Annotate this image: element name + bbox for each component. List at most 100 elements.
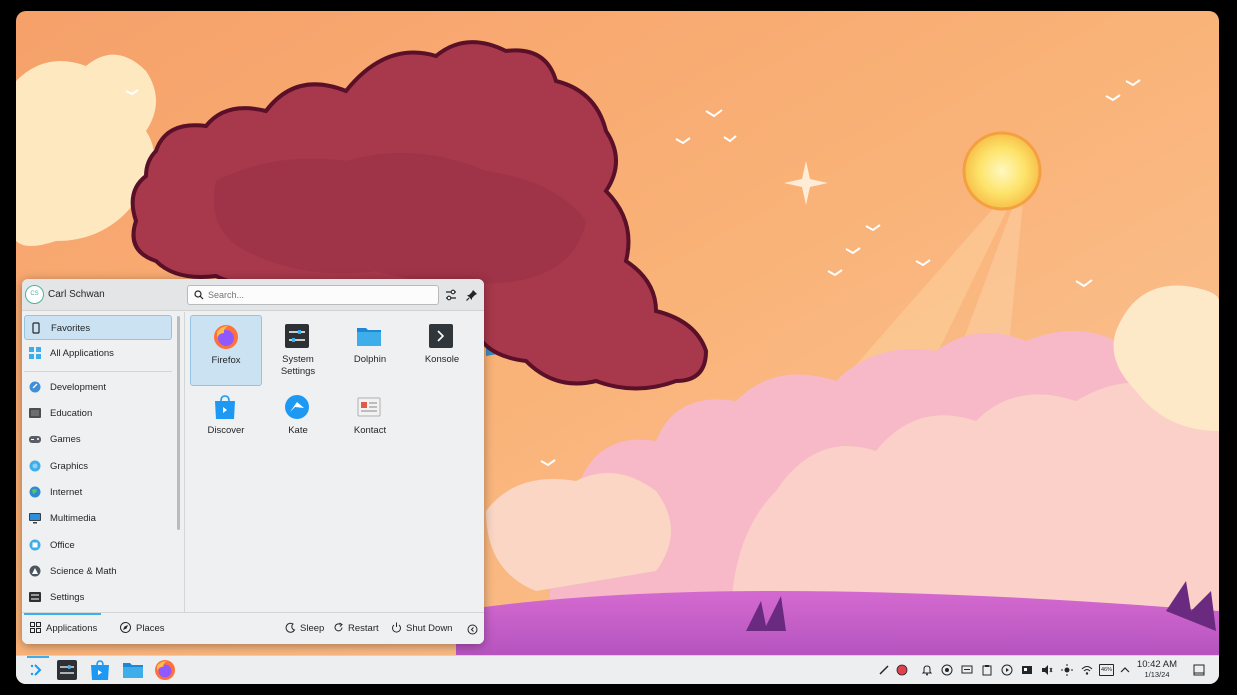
- app-label: Konsole: [424, 354, 460, 365]
- button-label: Sleep: [300, 623, 325, 634]
- category-favorites[interactable]: Favorites: [24, 315, 172, 340]
- education-icon: [29, 408, 41, 418]
- system-settings-icon: [57, 660, 77, 680]
- graphics-icon: [29, 460, 41, 472]
- vault-icon[interactable]: [941, 664, 953, 676]
- app-label: Kontact: [353, 425, 387, 436]
- tab-places[interactable]: Places: [120, 622, 165, 638]
- category-label: Education: [50, 408, 93, 419]
- category-label: Development: [50, 382, 106, 393]
- category-sidebar: Favorites All Applications Development E…: [22, 312, 180, 612]
- record-icon[interactable]: [896, 664, 908, 676]
- show-desktop-icon[interactable]: [1193, 664, 1205, 676]
- firefox-icon: [155, 660, 175, 680]
- chevron-up-icon[interactable]: [1119, 664, 1131, 676]
- search-field[interactable]: [187, 285, 439, 305]
- power-icon: [392, 622, 401, 633]
- pen-icon[interactable]: [878, 664, 890, 676]
- tab-applications[interactable]: Applications: [30, 622, 97, 638]
- battery-indicator[interactable]: 46%: [1099, 664, 1114, 676]
- app-grid: Firefox System Settings Dolphin Konsole D…: [190, 315, 480, 605]
- app-label: Discover: [207, 425, 245, 436]
- sidebar-scrollbar[interactable]: [177, 316, 180, 530]
- launcher-header: CS Carl Schwan: [22, 279, 484, 311]
- pin-icon[interactable]: [465, 288, 479, 302]
- leave-more-icon[interactable]: [467, 624, 478, 635]
- discover-icon: [215, 395, 235, 419]
- app-kontact[interactable]: Kontact: [334, 386, 406, 457]
- app-label: Dolphin: [353, 354, 387, 365]
- category-label: Multimedia: [50, 513, 96, 524]
- compass-icon: [120, 622, 131, 633]
- office-icon: [29, 539, 41, 551]
- launcher-button[interactable]: [27, 659, 49, 681]
- category-all-applications[interactable]: All Applications: [24, 341, 172, 366]
- application-launcher: CS Carl Schwan Favorites All Application…: [22, 279, 484, 644]
- taskbar: 46% 10:42 AM 1/13/24: [16, 655, 1219, 684]
- app-kate[interactable]: Kate: [262, 386, 334, 457]
- divider: [184, 312, 185, 612]
- category-label: Settings: [50, 592, 85, 603]
- multimedia-icon: [29, 513, 41, 524]
- app-firefox[interactable]: Firefox: [190, 315, 262, 386]
- kate-icon: [285, 395, 309, 419]
- science-icon: [29, 565, 41, 577]
- launcher-footer: Applications Places Sleep Restart Shut D…: [22, 612, 484, 644]
- active-indicator: [27, 656, 49, 658]
- taskbar-discover[interactable]: [89, 659, 111, 681]
- notifications-icon[interactable]: [921, 664, 933, 676]
- app-konsole[interactable]: Konsole: [406, 315, 478, 386]
- shutdown-button[interactable]: Shut Down: [391, 622, 452, 638]
- category-development[interactable]: Development: [24, 375, 172, 400]
- avatar[interactable]: CS: [25, 285, 44, 304]
- firefox-icon: [214, 325, 238, 349]
- app-label: Firefox: [211, 355, 241, 366]
- clock[interactable]: 10:42 AM 1/13/24: [1133, 659, 1181, 680]
- app-system-settings[interactable]: System Settings: [262, 315, 334, 386]
- volume-icon[interactable]: [1041, 664, 1053, 676]
- configure-icon[interactable]: [444, 288, 458, 302]
- app-discover[interactable]: Discover: [190, 386, 262, 457]
- category-games[interactable]: Games: [24, 427, 172, 452]
- button-label: Shut Down: [406, 623, 453, 634]
- category-office[interactable]: Office: [24, 533, 172, 558]
- taskbar-dolphin[interactable]: [122, 659, 144, 681]
- wifi-icon[interactable]: [1081, 664, 1093, 676]
- restart-icon: [334, 622, 343, 632]
- development-icon: [29, 381, 41, 393]
- category-label: Games: [50, 434, 81, 445]
- active-tab-indicator: [24, 613, 101, 615]
- category-internet[interactable]: Internet: [24, 480, 172, 505]
- grid-icon: [30, 622, 41, 633]
- category-science-math[interactable]: Science & Math: [24, 559, 172, 584]
- kontact-icon: [357, 397, 381, 417]
- category-settings[interactable]: Settings: [24, 585, 172, 610]
- user-name[interactable]: Carl Schwan: [48, 289, 105, 300]
- kde-launcher-icon: [30, 664, 42, 676]
- clipboard-icon[interactable]: [981, 664, 993, 676]
- folder-icon: [123, 663, 143, 678]
- app-dolphin[interactable]: Dolphin: [334, 315, 406, 386]
- sleep-button[interactable]: Sleep: [285, 622, 324, 638]
- category-label: All Applications: [50, 348, 114, 359]
- grid-icon: [29, 347, 41, 359]
- folder-icon: [357, 328, 381, 346]
- category-education[interactable]: Education: [24, 401, 172, 426]
- desktop: CS Carl Schwan Favorites All Application…: [16, 11, 1219, 684]
- search-input[interactable]: [208, 288, 433, 302]
- tab-label: Places: [136, 623, 165, 634]
- divider: [24, 371, 172, 372]
- terminal-icon: [429, 324, 453, 348]
- brightness-icon[interactable]: [1061, 664, 1073, 676]
- system-settings-icon: [285, 324, 309, 348]
- taskbar-system-settings[interactable]: [56, 659, 78, 681]
- taskbar-firefox[interactable]: [154, 659, 176, 681]
- screen-icon[interactable]: [961, 664, 973, 676]
- search-icon: [194, 290, 204, 300]
- device-icon[interactable]: [1021, 664, 1033, 676]
- globe-icon: [29, 486, 41, 498]
- category-graphics[interactable]: Graphics: [24, 454, 172, 479]
- media-icon[interactable]: [1001, 664, 1013, 676]
- category-multimedia[interactable]: Multimedia: [24, 506, 172, 531]
- restart-button[interactable]: Restart: [333, 622, 379, 638]
